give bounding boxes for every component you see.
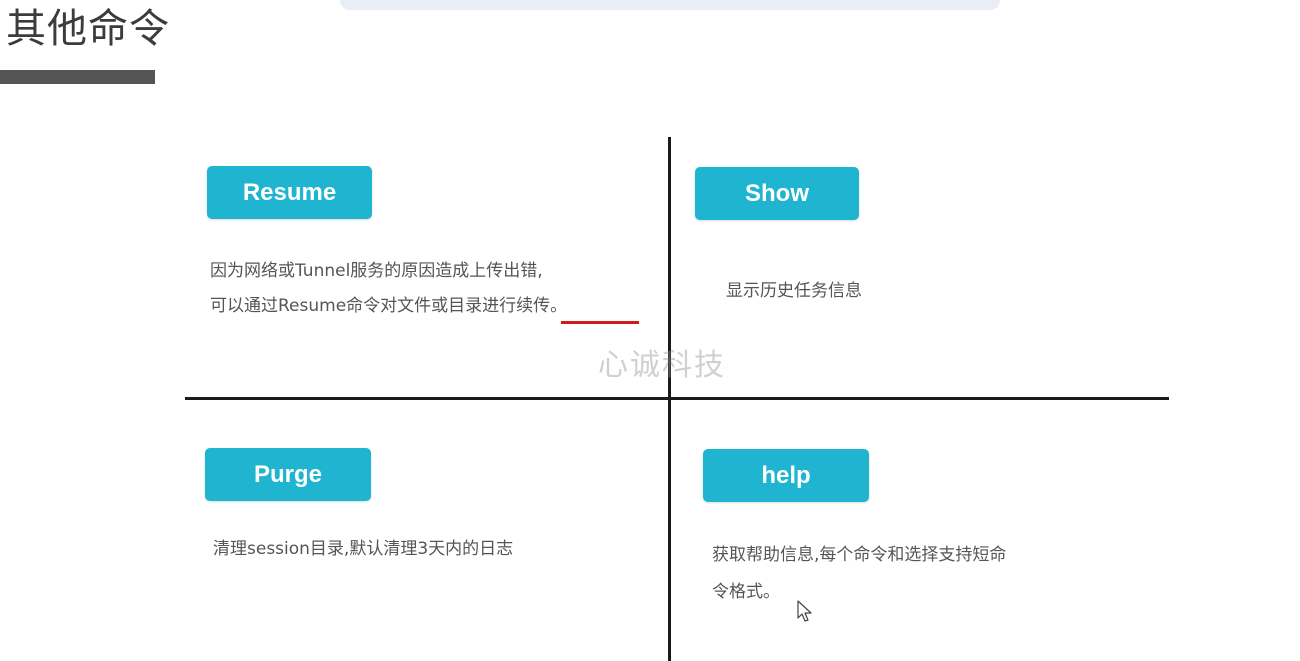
horizontal-divider (185, 397, 1169, 400)
help-badge: help (703, 449, 869, 502)
mouse-pointer-icon (797, 600, 812, 622)
resume-description-line2: 可以通过Resume命令对文件或目录进行续传。 (210, 296, 568, 316)
purge-description: 清理session目录,默认清理3天内的日志 (213, 539, 514, 559)
red-highlight-underline (561, 321, 639, 324)
watermark: 心诚科技 (598, 348, 726, 383)
help-description-line2: 令格式。 (712, 582, 780, 602)
show-badge: Show (695, 167, 859, 220)
slide-title: 其他命令 (6, 6, 170, 52)
resume-description-line1: 因为网络或Tunnel服务的原因造成上传出错, (210, 261, 543, 281)
help-description-line1: 获取帮助信息,每个命令和选择支持短命 (712, 545, 1007, 565)
title-underline-bar (0, 70, 155, 84)
purge-badge: Purge (205, 448, 371, 501)
show-description: 显示历史任务信息 (726, 281, 862, 301)
top-decoration (340, 0, 1000, 10)
resume-badge: Resume (207, 166, 372, 219)
